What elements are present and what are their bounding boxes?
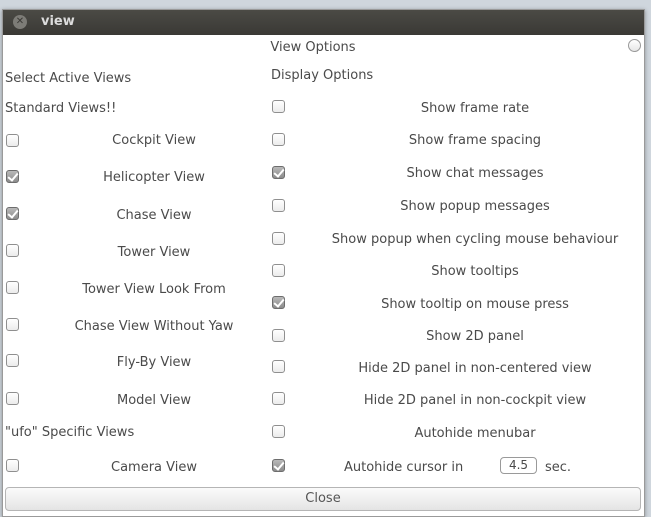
label-tower-view: Tower View — [117, 245, 191, 260]
checkbox-helicopter-view[interactable] — [6, 170, 19, 183]
label-autohide-cursor: Autohide cursor in — [344, 460, 464, 475]
view-dialog: ✕ view View Options Select Active Views … — [2, 9, 645, 517]
label-chase-view-without-yaw: Chase View Without Yaw — [74, 319, 234, 334]
label-show-popup-messages: Show popup messages — [400, 199, 550, 214]
close-button[interactable]: Close — [5, 487, 641, 511]
checkbox-chase-view-without-yaw[interactable] — [6, 318, 19, 331]
label-autohide-menubar: Autohide menubar — [414, 426, 536, 441]
label-hide-2d-non-centered: Hide 2D panel in non-centered view — [358, 361, 592, 376]
label-tower-view-look-from: Tower View Look From — [82, 282, 226, 297]
autohide-seconds-input[interactable]: 4.5 — [500, 457, 537, 474]
label-hide-2d-non-cockpit: Hide 2D panel in non-cockpit view — [363, 393, 587, 408]
checkbox-show-frame-spacing[interactable] — [272, 133, 285, 146]
checkbox-chase-view[interactable] — [6, 207, 19, 220]
checkbox-model-view[interactable] — [6, 392, 19, 405]
display-options-heading: Display Options — [271, 68, 374, 83]
checkbox-tower-view[interactable] — [6, 244, 19, 257]
autohide-seconds-unit: sec. — [545, 460, 572, 475]
checkbox-show-tooltips[interactable] — [272, 264, 285, 277]
checkbox-autohide-cursor[interactable] — [272, 459, 285, 472]
label-show-frame-rate: Show frame rate — [420, 101, 530, 116]
ufo-specific-views-label: "ufo" Specific Views — [5, 425, 135, 440]
checkbox-fly-by-view[interactable] — [6, 354, 19, 367]
checkbox-show-frame-rate[interactable] — [272, 100, 285, 113]
label-fly-by-view: Fly-By View — [116, 355, 192, 370]
label-show-tooltip-mouse-press: Show tooltip on mouse press — [381, 297, 569, 312]
select-active-views-heading: Select Active Views — [5, 71, 132, 86]
label-show-2d-panel: Show 2D panel — [426, 329, 524, 344]
checkbox-hide-2d-non-cockpit[interactable] — [272, 392, 285, 405]
checkbox-show-popup-messages[interactable] — [272, 199, 285, 212]
title-bar: ✕ view — [3, 10, 644, 35]
label-cockpit-view: Cockpit View — [112, 133, 196, 148]
checkbox-show-popup-cycling-mouse[interactable] — [272, 232, 285, 245]
label-show-chat-messages: Show chat messages — [406, 166, 544, 181]
label-camera-view: Camera View — [111, 460, 197, 475]
checkbox-tower-view-look-from[interactable] — [6, 281, 19, 294]
label-show-tooltips: Show tooltips — [431, 264, 519, 279]
checkbox-hide-2d-non-centered[interactable] — [272, 360, 285, 373]
close-icon[interactable]: ✕ — [13, 15, 27, 29]
standard-views-label: Standard Views!! — [5, 101, 117, 116]
label-show-frame-spacing: Show frame spacing — [408, 133, 542, 148]
checkbox-camera-view[interactable] — [6, 459, 19, 472]
dialog-heading: View Options — [270, 40, 356, 55]
label-chase-view: Chase View — [116, 208, 192, 223]
label-model-view: Model View — [116, 393, 192, 408]
checkbox-autohide-menubar[interactable] — [272, 425, 285, 438]
window-title: view — [41, 14, 75, 29]
checkbox-show-chat-messages[interactable] — [272, 166, 285, 179]
checkbox-show-2d-panel[interactable] — [272, 329, 285, 342]
checkbox-cockpit-view[interactable] — [6, 134, 19, 147]
checkbox-show-tooltip-mouse-press[interactable] — [272, 296, 285, 309]
label-show-popup-cycling-mouse: Show popup when cycling mouse behaviour — [331, 232, 619, 247]
dialog-toggle-button[interactable] — [628, 39, 641, 52]
label-helicopter-view: Helicopter View — [103, 170, 205, 185]
